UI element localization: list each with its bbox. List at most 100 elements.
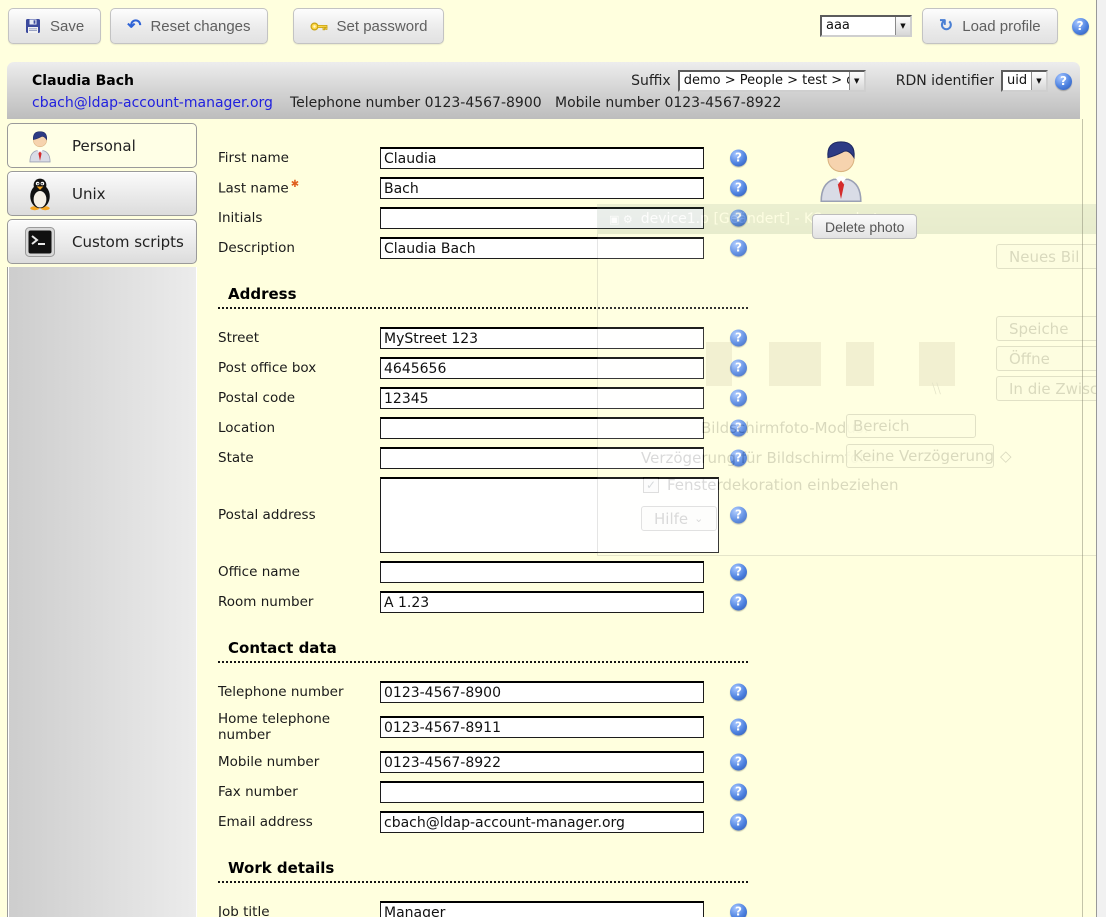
reload-icon: ↻ bbox=[939, 18, 953, 34]
section-heading-work-details: Work details bbox=[218, 859, 748, 883]
mobile-number-input[interactable] bbox=[380, 751, 704, 773]
email-address-label: Email address bbox=[218, 814, 380, 830]
help-icon[interactable]: ? bbox=[730, 904, 747, 917]
state-input[interactable] bbox=[380, 447, 704, 469]
help-icon[interactable]: ? bbox=[730, 507, 747, 524]
set-password-label: Set password bbox=[337, 18, 428, 35]
form-row: Email address? bbox=[218, 811, 778, 833]
rdn-identifier-label: RDN identifier bbox=[896, 73, 994, 89]
help-icon[interactable]: ? bbox=[730, 684, 747, 701]
form-row: Description? bbox=[218, 237, 778, 259]
work-fields: Job title? bbox=[218, 901, 1096, 917]
first-name-input[interactable] bbox=[380, 147, 704, 169]
floppy-disk-icon bbox=[25, 18, 41, 34]
account-title: Claudia Bach bbox=[32, 73, 134, 89]
suffix-label: Suffix bbox=[631, 73, 671, 89]
tux-icon bbox=[23, 177, 57, 211]
help-icon[interactable]: ? bbox=[730, 150, 747, 167]
location-label: Location bbox=[218, 420, 380, 436]
tab-unix-label: Unix bbox=[72, 185, 106, 203]
reset-changes-button[interactable]: ↶ Reset changes bbox=[110, 8, 267, 44]
help-icon[interactable]: ? bbox=[730, 814, 747, 831]
help-icon[interactable]: ? bbox=[730, 330, 747, 347]
lam-account-page: Save ↶ Reset changes Set password aaa ▼ … bbox=[0, 0, 1106, 917]
postal-address-input[interactable] bbox=[380, 477, 719, 553]
help-icon[interactable]: ? bbox=[730, 754, 747, 771]
module-sidebar: Personal Unix bbox=[7, 123, 197, 917]
job-title-input[interactable] bbox=[380, 901, 704, 917]
form-row: Initials? bbox=[218, 207, 778, 229]
suffix-controls: Suffix demo > People > test > de ▼ RDN i… bbox=[631, 70, 1072, 92]
rdn-select[interactable]: uid ▼ bbox=[1001, 70, 1048, 92]
delete-photo-label: Delete photo bbox=[825, 219, 904, 235]
delete-photo-button[interactable]: Delete photo bbox=[812, 214, 917, 239]
last-name-label: Last name✱ bbox=[218, 179, 380, 197]
last-name-input[interactable] bbox=[380, 177, 704, 199]
contact-fields: Telephone number?Home telephone number?M… bbox=[218, 681, 1096, 833]
suffix-select-value: demo > People > test > de bbox=[680, 72, 849, 90]
tab-personal[interactable]: Personal bbox=[7, 123, 197, 168]
help-icon[interactable]: ? bbox=[730, 210, 747, 227]
help-icon[interactable]: ? bbox=[730, 390, 747, 407]
section-heading-contact-data: Contact data bbox=[218, 639, 748, 663]
save-button[interactable]: Save bbox=[8, 8, 101, 44]
help-icon[interactable]: ? bbox=[730, 784, 747, 801]
ghost-vertical-line bbox=[1082, 119, 1083, 917]
sidebar-filler-panel bbox=[7, 267, 197, 917]
load-profile-button[interactable]: ↻ Load profile bbox=[922, 8, 1058, 44]
street-label: Street bbox=[218, 330, 380, 346]
room-number-input[interactable] bbox=[380, 591, 704, 613]
postal-code-input[interactable] bbox=[380, 387, 704, 409]
suffix-select[interactable]: demo > People > test > de ▼ bbox=[678, 70, 866, 92]
help-icon[interactable]: ? bbox=[730, 594, 747, 611]
chevron-down-icon: ▼ bbox=[1031, 72, 1046, 90]
post-office-box-label: Post office box bbox=[218, 360, 380, 376]
form-row: Home telephone number? bbox=[218, 711, 778, 743]
profile-select[interactable]: aaa ▼ bbox=[820, 15, 912, 37]
help-icon[interactable]: ? bbox=[730, 360, 747, 377]
help-icon[interactable]: ? bbox=[730, 420, 747, 437]
undo-arrow-icon: ↶ bbox=[127, 18, 141, 34]
email-link[interactable]: cbach@ldap-account-manager.org bbox=[32, 95, 273, 111]
fax-number-label: Fax number bbox=[218, 784, 380, 800]
set-password-button[interactable]: Set password bbox=[293, 8, 445, 44]
office-name-input[interactable] bbox=[380, 561, 704, 583]
first-name-label: First name bbox=[218, 150, 380, 166]
help-icon[interactable]: ? bbox=[730, 564, 747, 581]
telephone-number-label: Telephone number bbox=[218, 684, 380, 700]
street-input[interactable] bbox=[380, 327, 704, 349]
chevron-down-icon: ▼ bbox=[849, 72, 864, 90]
description-input[interactable] bbox=[380, 237, 704, 259]
save-button-label: Save bbox=[50, 18, 84, 35]
help-icon[interactable]: ? bbox=[1055, 73, 1072, 90]
help-icon[interactable]: ? bbox=[730, 240, 747, 257]
reset-changes-label: Reset changes bbox=[150, 18, 250, 35]
location-input[interactable] bbox=[380, 417, 704, 439]
home-telephone-number-input[interactable] bbox=[380, 716, 704, 738]
help-icon[interactable]: ? bbox=[730, 180, 747, 197]
email-address-input[interactable] bbox=[380, 811, 704, 833]
account-header: Claudia Bach Suffix demo > People > test… bbox=[7, 62, 1080, 119]
help-icon[interactable]: ? bbox=[1072, 18, 1089, 35]
room-number-label: Room number bbox=[218, 594, 380, 610]
form-row: Post office box? bbox=[218, 357, 778, 379]
post-office-box-input[interactable] bbox=[380, 357, 704, 379]
profile-toolbar: aaa ▼ ↻ Load profile ? bbox=[820, 8, 1089, 44]
user-photo bbox=[816, 136, 866, 204]
form-row: Office name? bbox=[218, 561, 778, 583]
help-icon[interactable]: ? bbox=[730, 719, 747, 736]
form-row: Street? bbox=[218, 327, 778, 349]
fax-number-input[interactable] bbox=[380, 781, 704, 803]
tab-custom-scripts[interactable]: Custom scripts bbox=[7, 219, 197, 264]
tab-unix[interactable]: Unix bbox=[7, 171, 197, 216]
form-row: Fax number? bbox=[218, 781, 778, 803]
form-row: Telephone number? bbox=[218, 681, 778, 703]
help-icon[interactable]: ? bbox=[730, 450, 747, 467]
telephone-number-input[interactable] bbox=[380, 681, 704, 703]
scrollbar[interactable] bbox=[1096, 0, 1106, 917]
chevron-down-icon: ▼ bbox=[895, 17, 910, 35]
postal-code-label: Postal code bbox=[218, 390, 380, 406]
home-telephone-number-label: Home telephone number bbox=[218, 711, 380, 743]
initials-input[interactable] bbox=[380, 207, 704, 229]
form-row: State? bbox=[218, 447, 778, 469]
